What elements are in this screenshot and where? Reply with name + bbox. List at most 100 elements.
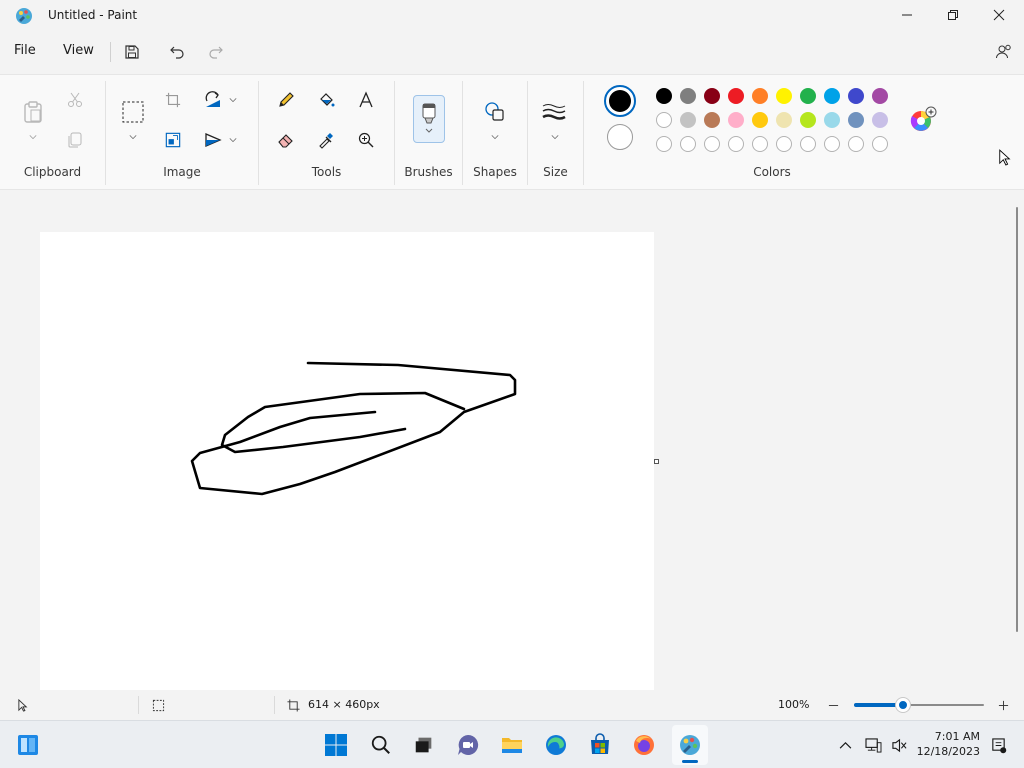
- line-width-icon: [542, 104, 566, 120]
- vertical-scrollbar[interactable]: [1016, 207, 1018, 632]
- undo-button[interactable]: [165, 40, 189, 64]
- palette-swatch[interactable]: [848, 88, 864, 104]
- palette-swatch[interactable]: [776, 112, 792, 128]
- fill-button[interactable]: [313, 87, 339, 113]
- pencil-button[interactable]: [273, 87, 299, 113]
- network-status-button[interactable]: [860, 731, 886, 759]
- custom-color-slot[interactable]: [704, 136, 720, 152]
- microsoft-store-button[interactable]: [586, 731, 614, 759]
- palette-swatch[interactable]: [728, 88, 744, 104]
- eraser-button[interactable]: [273, 127, 299, 153]
- palette-swatch[interactable]: [848, 112, 864, 128]
- pencil-icon: [279, 92, 294, 107]
- colors-label: Colors: [753, 165, 791, 179]
- drawing-canvas[interactable]: [40, 232, 654, 692]
- notifications-button[interactable]: [986, 731, 1010, 759]
- primary-color-button[interactable]: [604, 85, 636, 117]
- zoom-in-button[interactable]: [990, 692, 1016, 718]
- rotate-button[interactable]: [200, 87, 226, 113]
- palette-swatch[interactable]: [680, 88, 696, 104]
- redo-button[interactable]: [204, 40, 228, 64]
- paste-button[interactable]: [19, 97, 47, 127]
- save-button[interactable]: [120, 40, 144, 64]
- file-explorer-button[interactable]: [498, 731, 526, 759]
- palette-swatch[interactable]: [656, 112, 672, 128]
- view-menu[interactable]: View: [63, 43, 94, 58]
- color-picker-button[interactable]: [313, 127, 339, 153]
- palette-swatch[interactable]: [704, 88, 720, 104]
- cut-button[interactable]: [62, 87, 88, 113]
- custom-color-slot[interactable]: [680, 136, 696, 152]
- redo-icon: [209, 46, 223, 59]
- custom-color-slot[interactable]: [656, 136, 672, 152]
- palette-swatch[interactable]: [704, 112, 720, 128]
- chat-icon: [458, 734, 479, 755]
- clock-date: 12/18/2023: [916, 745, 980, 758]
- resize-button[interactable]: [160, 127, 186, 153]
- widgets-button[interactable]: [14, 731, 42, 759]
- palette-swatch[interactable]: [752, 112, 768, 128]
- size-button[interactable]: [541, 99, 567, 125]
- system-clock[interactable]: 7:01 AM 12/18/2023: [917, 729, 980, 759]
- palette-swatch[interactable]: [872, 88, 888, 104]
- shapes-button[interactable]: [482, 99, 508, 125]
- task-view-button[interactable]: [410, 731, 438, 759]
- custom-color-slot[interactable]: [824, 136, 840, 152]
- file-menu[interactable]: File: [14, 43, 36, 58]
- palette-swatch[interactable]: [800, 112, 816, 128]
- palette-swatch[interactable]: [824, 88, 840, 104]
- crop-button[interactable]: [160, 87, 186, 113]
- close-button[interactable]: [976, 0, 1022, 30]
- account-button[interactable]: [992, 40, 1016, 64]
- zoom-slider-thumb[interactable]: [896, 698, 911, 712]
- search-button[interactable]: [367, 731, 395, 759]
- select-button[interactable]: [118, 97, 148, 127]
- paste-dropdown-chevron-icon[interactable]: [28, 133, 38, 141]
- size-group: Size: [528, 75, 583, 191]
- show-hidden-icons-button[interactable]: [832, 731, 858, 759]
- custom-color-slot[interactable]: [752, 136, 768, 152]
- zoom-level-text[interactable]: 100%: [778, 698, 809, 711]
- palette-swatch[interactable]: [728, 112, 744, 128]
- canvas-resize-handle[interactable]: [654, 459, 659, 464]
- start-button[interactable]: [322, 731, 350, 759]
- size-dropdown-chevron-icon[interactable]: [550, 133, 560, 141]
- flip-icon: [205, 133, 222, 147]
- custom-color-slot[interactable]: [848, 136, 864, 152]
- rotate-dropdown-chevron-icon[interactable]: [228, 96, 238, 104]
- custom-color-slot[interactable]: [728, 136, 744, 152]
- custom-color-slot[interactable]: [872, 136, 888, 152]
- firefox-button[interactable]: [630, 731, 658, 759]
- text-button[interactable]: [353, 87, 379, 113]
- edge-button[interactable]: [542, 731, 570, 759]
- secondary-color-button[interactable]: [607, 124, 633, 150]
- zoom-out-button[interactable]: [820, 692, 846, 718]
- palette-swatch[interactable]: [776, 88, 792, 104]
- restore-icon: [948, 10, 958, 20]
- copy-button[interactable]: [62, 127, 88, 153]
- zoom-slider[interactable]: [854, 698, 984, 712]
- custom-color-slot[interactable]: [800, 136, 816, 152]
- palette-swatch[interactable]: [656, 88, 672, 104]
- shapes-dropdown-chevron-icon[interactable]: [490, 133, 500, 141]
- flip-dropdown-chevron-icon[interactable]: [228, 136, 238, 144]
- save-icon: [125, 45, 139, 59]
- edit-colors-button[interactable]: [908, 105, 938, 135]
- palette-swatch[interactable]: [800, 88, 816, 104]
- custom-color-slot[interactable]: [776, 136, 792, 152]
- restore-button[interactable]: [930, 0, 976, 30]
- volume-button[interactable]: [886, 731, 912, 759]
- palette-swatch[interactable]: [752, 88, 768, 104]
- brushes-group: Brushes: [395, 75, 462, 191]
- select-dropdown-chevron-icon[interactable]: [128, 133, 138, 141]
- brushes-button[interactable]: [413, 95, 445, 143]
- clock-time: 7:01 AM: [934, 730, 980, 743]
- palette-swatch[interactable]: [680, 112, 696, 128]
- palette-swatch[interactable]: [872, 112, 888, 128]
- teams-chat-button[interactable]: [454, 731, 482, 759]
- palette-swatch[interactable]: [824, 112, 840, 128]
- flip-button[interactable]: [200, 127, 226, 153]
- minimize-button[interactable]: [884, 0, 930, 30]
- undo-icon: [170, 46, 184, 59]
- magnifier-button[interactable]: [353, 127, 379, 153]
